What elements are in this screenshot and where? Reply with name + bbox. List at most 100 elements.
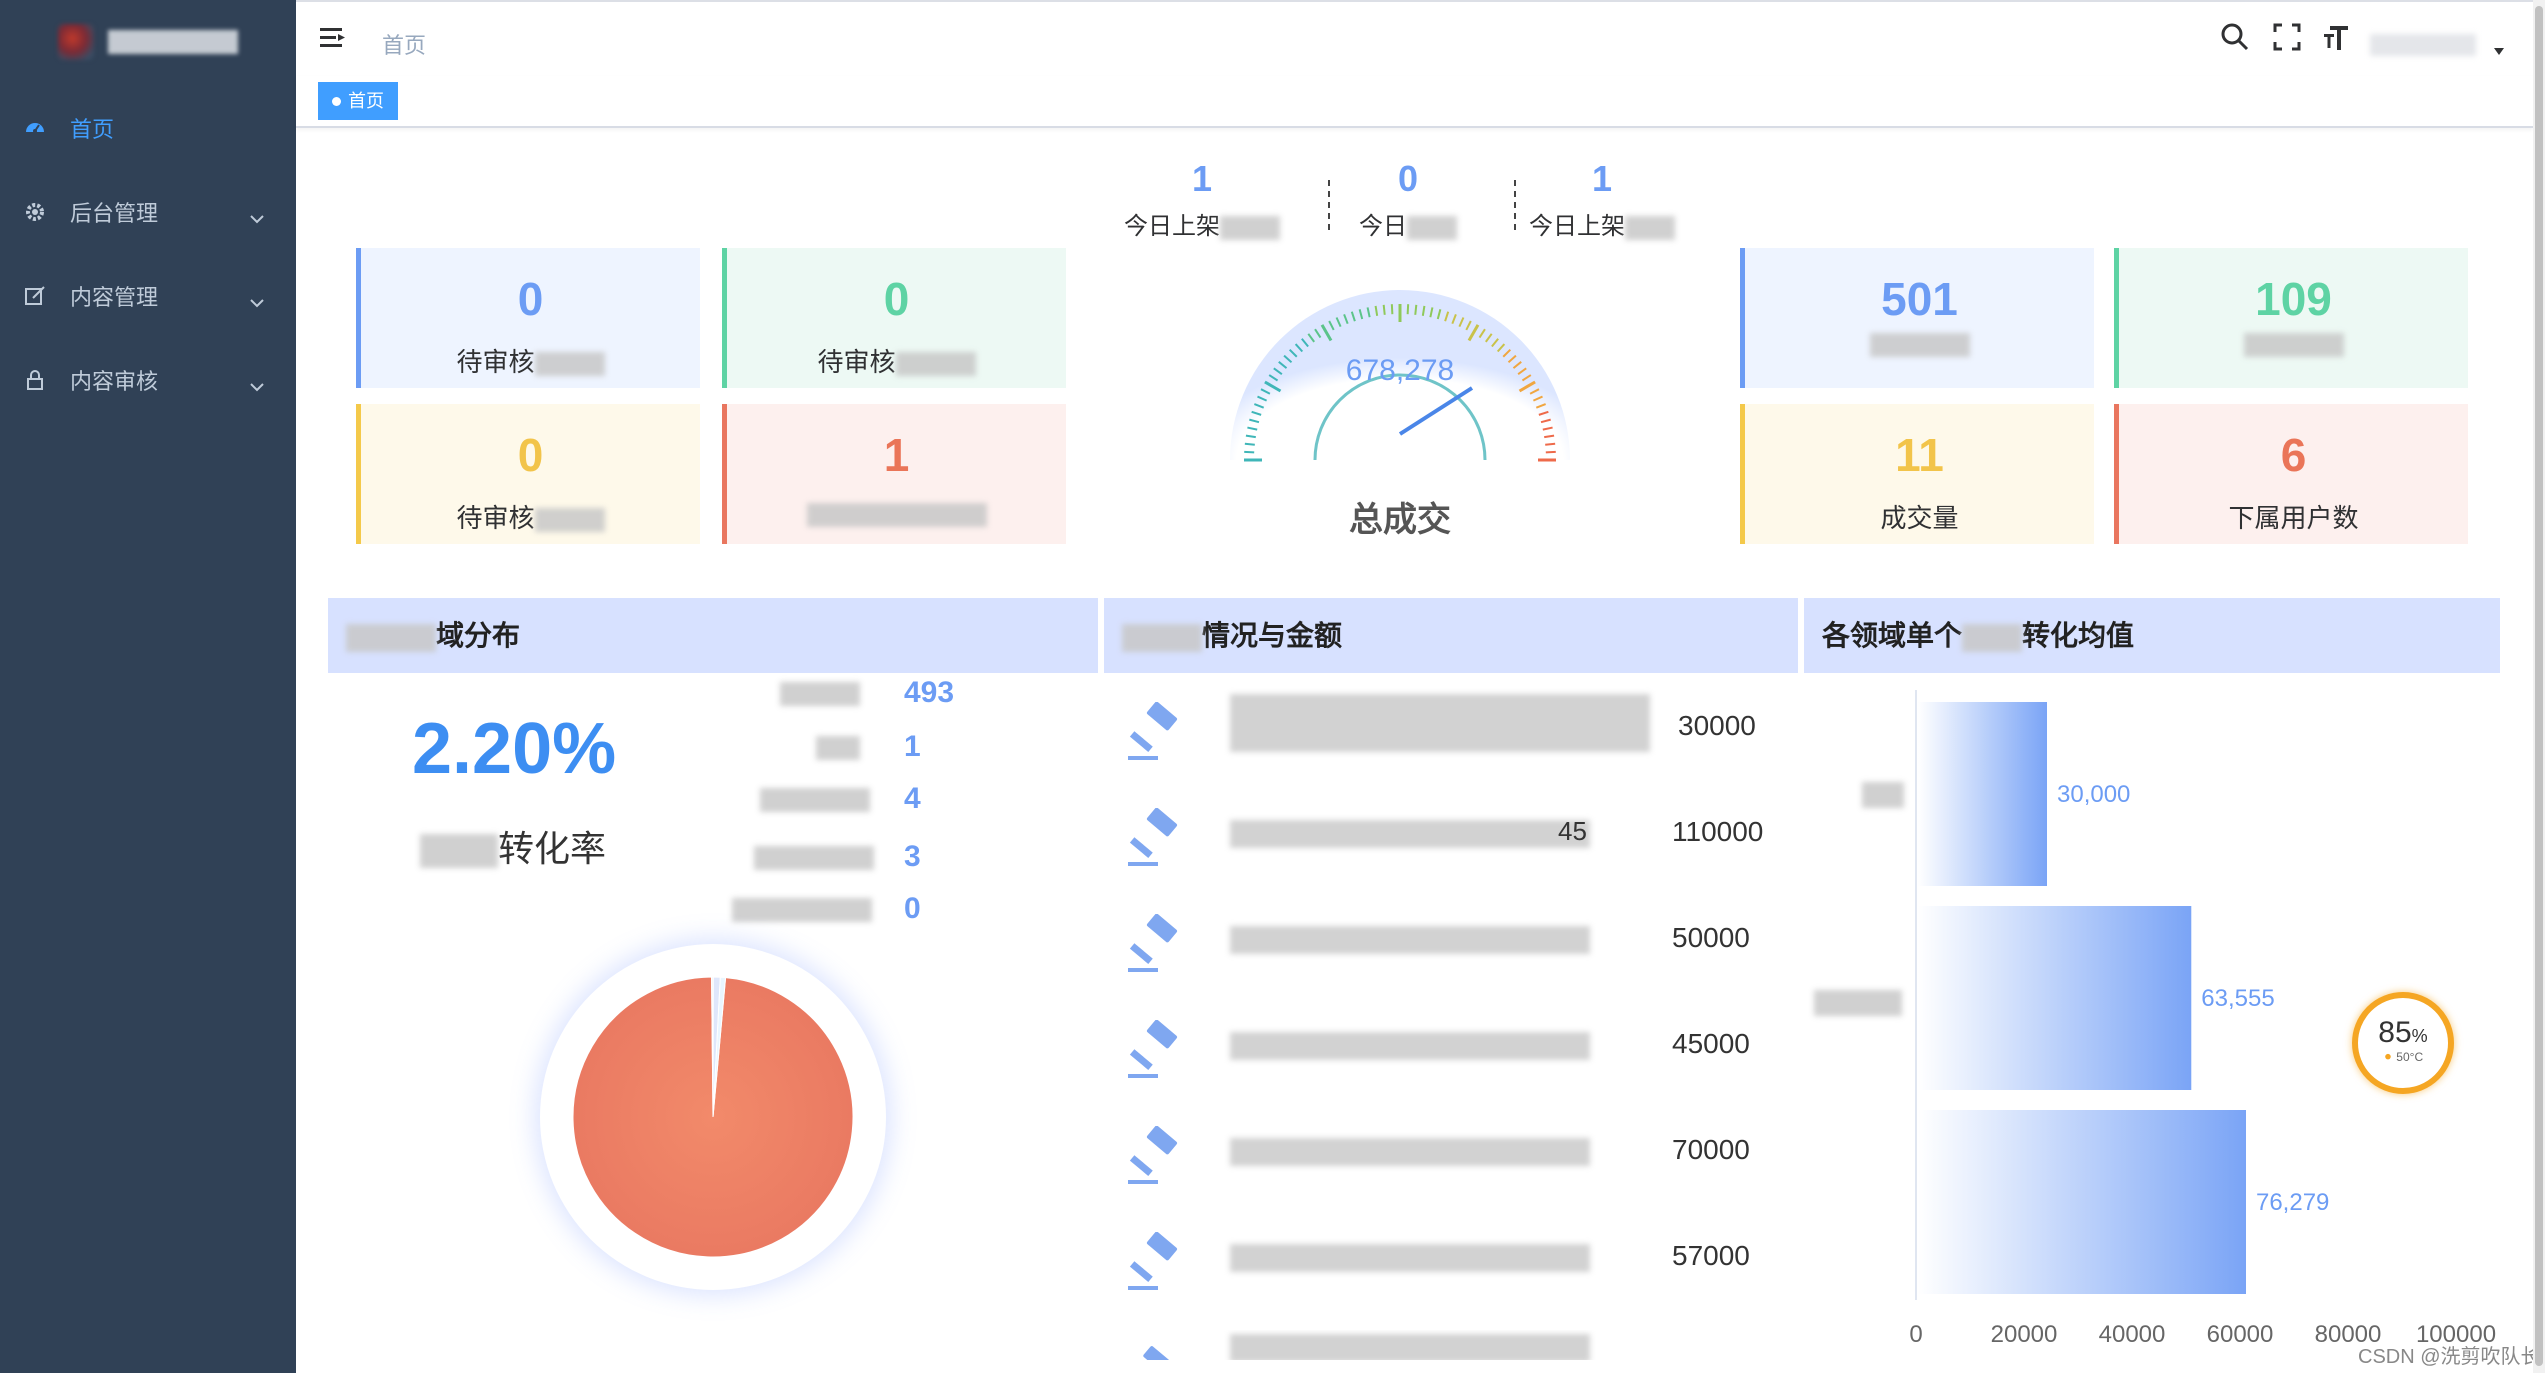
gauge-value: 678,278: [1346, 354, 1454, 387]
list-item-name: [760, 788, 870, 812]
gavel-icon: [1126, 1125, 1190, 1195]
sidebar-item-label: 首页: [70, 117, 115, 142]
list-item[interactable]: 45000: [1122, 1006, 1782, 1086]
list-item-amount: 30000: [1678, 710, 1756, 741]
chart-category-label: [1862, 782, 1904, 808]
gauge-chart: 678,278: [1210, 278, 1590, 483]
bar: [1918, 1110, 2246, 1294]
stat-card-label: [727, 498, 1066, 529]
bar-value-label: 30,000: [2057, 781, 2130, 808]
stat-card[interactable]: 0 待审核: [356, 248, 700, 388]
font-size-icon[interactable]: [2322, 22, 2354, 57]
gauge-tick: [1414, 304, 1418, 315]
list-item[interactable]: 30000: [1122, 688, 1782, 768]
tag-home[interactable]: 首页: [318, 82, 398, 120]
list-item-name: [732, 898, 872, 922]
gavel-icon: [1126, 701, 1190, 771]
chevron-down-icon: [250, 372, 264, 398]
stat-card-label: 下属用户数: [2228, 503, 2359, 533]
stat-card[interactable]: 1: [722, 404, 1066, 544]
list-item-value: 3: [904, 840, 921, 873]
gauge-tick: [1382, 304, 1386, 315]
top-stat: 1 今日上架: [1512, 158, 1692, 241]
lock-icon: [24, 369, 46, 391]
list-item[interactable]: 50000: [1122, 900, 1782, 980]
stat-card[interactable]: 11 成交量: [1740, 404, 2094, 544]
bar: [1918, 906, 2192, 1090]
navbar: 首页: [296, 0, 2533, 76]
edit-icon: [24, 285, 46, 307]
list-item-description: [1230, 926, 1590, 954]
gavel-icon: [1126, 1344, 1180, 1360]
top-stat-label: 今日: [1318, 206, 1498, 241]
stat-card[interactable]: 0 待审核: [356, 404, 700, 544]
list-item[interactable]: 110000 45: [1122, 794, 1782, 874]
list-item-amount: 57000: [1672, 1240, 1750, 1271]
sidebar-item-label: 内容审核: [70, 369, 159, 394]
sidebar-item-label: 后台管理: [70, 201, 159, 226]
stat-card[interactable]: 0 待审核: [722, 248, 1066, 388]
fullscreen-icon[interactable]: [2272, 22, 2302, 57]
sidebar-item-label: 内容管理: [70, 285, 159, 310]
stat-card-value: 11: [1895, 429, 1944, 481]
list-item[interactable]: 57000: [1122, 1218, 1782, 1298]
gauge-tick: [1390, 304, 1394, 315]
list-item-value: 493: [904, 676, 955, 709]
panel-auctions-title: 情况与金额: [1104, 598, 1798, 673]
sidebar-item-home[interactable]: 首页: [0, 86, 296, 170]
panel-distribution-title: 域分布: [328, 598, 1098, 673]
list-item-amount: 50000: [1672, 922, 1750, 953]
stat-card-label: [2119, 328, 2468, 359]
gavel-icon: [1126, 1019, 1190, 1089]
chart-category-label: [1814, 990, 1902, 1016]
list-item-amount: 70000: [1672, 1134, 1750, 1165]
top-stat: 1 今日上架: [1112, 158, 1292, 241]
caret-down-icon[interactable]: [2494, 48, 2504, 55]
sidebar-item-content[interactable]: 内容管理: [0, 254, 296, 338]
gavel-icon: [1126, 913, 1190, 983]
stat-card-value: 0: [517, 273, 544, 325]
gauge-tick: [1244, 450, 1255, 454]
logo-text: [108, 30, 238, 54]
top-stat-value: 1: [1591, 158, 1613, 199]
search-icon[interactable]: [2220, 22, 2250, 57]
list-item-name: [754, 846, 874, 870]
x-tick-label: 40000: [2099, 1321, 2166, 1348]
gauge-tick: [1406, 304, 1410, 315]
scrollbar-thumb[interactable]: [2535, 6, 2543, 1366]
gauge-label: 总成交: [1349, 501, 1451, 539]
sidebar-menu: 首页 后台管理 内容管理 内容审核: [0, 86, 296, 422]
list-item-amount: 110000: [1672, 816, 1764, 847]
user-name[interactable]: [2370, 34, 2476, 56]
list-item-name: [816, 736, 860, 760]
list-item-description: [1230, 1244, 1590, 1272]
list-item-value: 0: [904, 892, 921, 925]
scrollbar[interactable]: [2533, 0, 2545, 1373]
stat-card[interactable]: 109: [2114, 248, 2468, 388]
sidebar-item-review[interactable]: 内容审核: [0, 338, 296, 422]
badge-temperature: ⚫ 50°C: [2382, 1050, 2424, 1064]
stat-card[interactable]: 6 下属用户数: [2114, 404, 2468, 544]
badge-percent: 85%: [2378, 1016, 2428, 1049]
stat-card-label: 待审核: [361, 498, 700, 535]
top-stat-value: 0: [1397, 158, 1419, 199]
breadcrumb[interactable]: 首页: [382, 28, 426, 60]
gauge-tick: [1244, 442, 1255, 446]
x-tick-label: 20000: [1991, 1321, 2058, 1348]
temperature-badge[interactable]: 85% ⚫ 50°C: [2352, 992, 2454, 1094]
logo[interactable]: [58, 20, 238, 64]
list-item: 0: [730, 892, 970, 928]
dashboard-icon: [24, 117, 46, 139]
list-item[interactable]: 70000: [1122, 1112, 1782, 1192]
conversion-rate-label: 转化率: [420, 820, 606, 872]
logo-mark: [58, 24, 94, 60]
sidebar-item-backend[interactable]: 后台管理: [0, 170, 296, 254]
stat-card-value: 109: [2255, 273, 2332, 325]
stat-card[interactable]: 501: [1740, 248, 2094, 388]
list-item-amount: 45000: [1672, 1028, 1750, 1059]
stat-card-label: 待审核: [361, 342, 700, 379]
stat-card-label: [1745, 328, 2094, 359]
hamburger-icon[interactable]: [320, 26, 346, 55]
top-stat-value: 1: [1191, 158, 1213, 199]
stat-card-value: 1: [883, 429, 910, 481]
